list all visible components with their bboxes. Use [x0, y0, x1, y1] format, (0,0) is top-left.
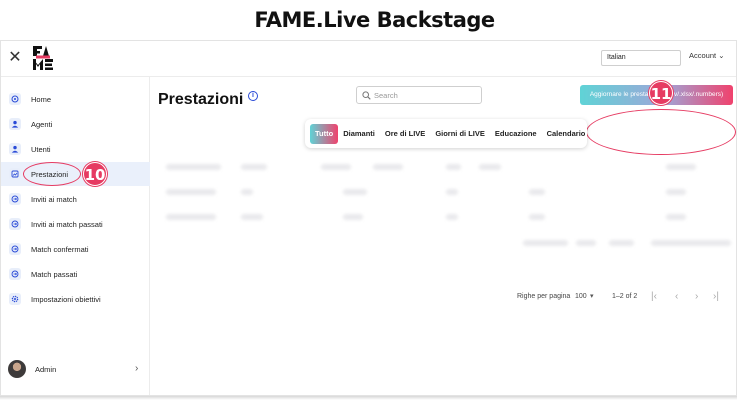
sidebar-item-match-confermati[interactable]: Match confermati [1, 237, 150, 261]
sidebar-item-agenti[interactable]: Agenti [1, 112, 150, 136]
chevron-down-icon: ⌄ [718, 51, 725, 60]
top-bar: ✕ Italian Account ⌄ [1, 41, 736, 77]
match-icon [9, 268, 21, 280]
sidebar-item-label: Utenti [31, 144, 51, 154]
avatar [8, 360, 26, 378]
callout-ring-11 [586, 109, 736, 155]
search-icon [362, 91, 371, 100]
sidebar-item-inviti-passati[interactable]: Inviti ai match passati [1, 212, 150, 236]
search-box [356, 86, 482, 104]
close-icon[interactable]: ✕ [7, 50, 23, 66]
sidebar-item-prestazioni[interactable]: Prestazioni [1, 162, 150, 186]
sidebar-item-impostazioni-obiettivi[interactable]: Impostazioni obiettivi [1, 287, 150, 311]
sidebar-item-utenti[interactable]: Utenti [1, 137, 150, 161]
tab-tutto[interactable]: Tutto [310, 123, 339, 144]
last-page-icon[interactable]: ›| [713, 291, 719, 302]
app-window: ✕ Italian Account ⌄ Home Agenti Utenti P… [0, 40, 737, 396]
sidebar-item-inviti-ai-match[interactable]: Inviti ai match [1, 187, 150, 211]
match-icon [9, 193, 21, 205]
search-input[interactable] [374, 88, 479, 102]
rows-per-page-label: Righe per pagina [517, 293, 571, 300]
rows-per-page-select[interactable]: 100 [575, 293, 587, 300]
account-label: Account [689, 51, 717, 60]
user-icon [9, 143, 21, 155]
language-select[interactable]: Italian [601, 50, 681, 66]
match-icon [9, 218, 21, 230]
sidebar-item-label: Match confermati [31, 244, 89, 254]
sidebar-item-label: Inviti ai match [31, 194, 77, 204]
sidebar: Home Agenti Utenti Prestazioni Inviti ai… [1, 77, 150, 395]
user-profile-row[interactable]: Admin › [1, 358, 150, 382]
tab-educazione[interactable]: Educazione [490, 124, 542, 144]
tab-diamanti[interactable]: Diamanti [338, 124, 380, 144]
sidebar-item-label: Impostazioni obiettivi [31, 294, 101, 304]
chevron-right-icon: › [135, 363, 139, 374]
user-icon [9, 118, 21, 130]
caret-down-icon: ▾ [590, 293, 594, 300]
match-icon [9, 243, 21, 255]
callout-badge-10: 10 [83, 162, 107, 186]
gear-icon [9, 293, 21, 305]
sidebar-item-label: Match passati [31, 269, 78, 279]
prev-page-icon[interactable]: ‹ [675, 291, 678, 302]
tab-calendario[interactable]: Calendario [542, 124, 591, 144]
banner-title: FAME.Live Backstage [254, 8, 495, 32]
pagination: Righe per pagina 100 ▾ 1–2 of 2 |‹ ‹ › ›… [517, 291, 736, 303]
window-bottom-edge [0, 396, 737, 400]
page-range: 1–2 of 2 [612, 293, 638, 300]
callout-badge-11: 11 [649, 81, 673, 105]
sidebar-item-label: Prestazioni [31, 169, 69, 179]
table-row [161, 211, 731, 223]
sidebar-item-home[interactable]: Home [1, 87, 150, 111]
page-title: Prestazioni [158, 91, 244, 108]
tab-ore-di-live[interactable]: Ore di LIVE [380, 124, 430, 144]
tutorial-banner: FAME.Live Backstage [0, 0, 749, 40]
fame-logo [33, 46, 53, 70]
next-page-icon[interactable]: › [695, 291, 698, 302]
chart-icon [9, 168, 21, 180]
table-footer-blur [161, 237, 731, 249]
sidebar-item-label: Agenti [31, 119, 53, 129]
table-header-row [161, 161, 731, 173]
sidebar-item-match-passati[interactable]: Match passati [1, 262, 150, 286]
tab-giorni-di-live[interactable]: Giorni di LIVE [430, 124, 490, 144]
main-content: Prestazioni i Aggiornare le prestazioni … [151, 77, 736, 395]
sidebar-item-label: Inviti ai match passati [31, 219, 103, 229]
category-tabs: Tutto Diamanti Ore di LIVE Giorni di LIV… [305, 119, 587, 148]
home-icon [9, 93, 21, 105]
user-name: Admin [35, 365, 57, 374]
table-row [161, 186, 731, 198]
sidebar-item-label: Home [31, 94, 52, 104]
first-page-icon[interactable]: |‹ [651, 291, 657, 302]
info-icon[interactable]: i [248, 91, 258, 101]
account-menu[interactable]: Account ⌄ [689, 51, 725, 60]
